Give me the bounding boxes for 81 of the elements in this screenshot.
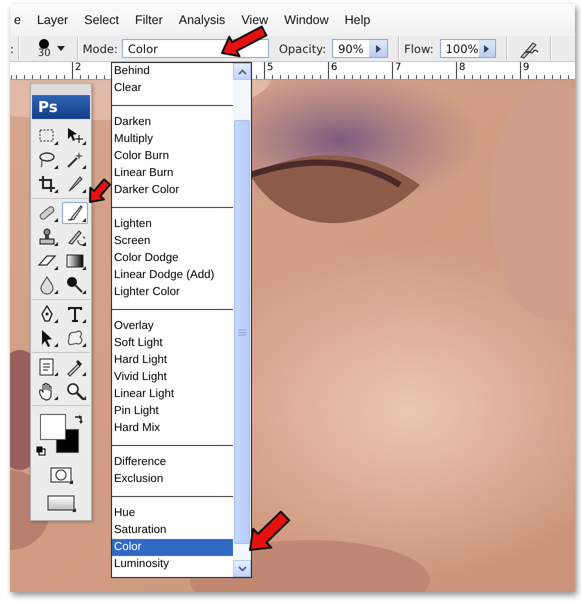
caret-icon [484, 44, 490, 52]
menu-option[interactable]: Lighten [112, 216, 233, 233]
increment-button[interactable] [478, 40, 495, 57]
scrollbar[interactable] [233, 63, 251, 577]
chevron-up-icon [238, 68, 246, 74]
ruler-number: 5 [264, 62, 328, 79]
menu-option[interactable]: Screen [112, 233, 233, 250]
pointer-arrow [249, 510, 290, 551]
pointer-arrow [89, 178, 111, 203]
flow-field[interactable]: 100% [440, 39, 496, 58]
menu-item[interactable]: Analysis [178, 13, 226, 27]
menu-item[interactable]: e [13, 13, 22, 27]
field-value: 90% [338, 42, 364, 56]
opacity-field[interactable]: 90% [332, 39, 388, 58]
menu-option[interactable]: Hard Mix [112, 420, 233, 437]
menu-option[interactable]: Darken [112, 114, 233, 131]
flow-label: Flow: [404, 42, 434, 56]
menu-option[interactable]: Color Burn [112, 148, 233, 165]
brush-preview-icon [39, 38, 50, 48]
menu-option[interactable]: Difference [112, 454, 233, 471]
grip-icon [238, 328, 246, 336]
mode-label: Mode: [82, 42, 118, 56]
tool-button[interactable] [62, 202, 88, 224]
menu-option[interactable]: Color Dodge [112, 250, 233, 267]
increment-button[interactable] [369, 40, 388, 57]
color-swatches-icon [40, 414, 80, 454]
caret-icon [376, 44, 381, 52]
menu-item[interactable]: Window [283, 13, 330, 27]
pointer-arrow [221, 26, 268, 58]
lasso-icon [37, 150, 57, 170]
eyedropper-icon [65, 357, 85, 377]
type-icon [65, 304, 85, 324]
menu-item[interactable]: Layer [36, 13, 70, 27]
menu-option[interactable]: Overlay [112, 318, 233, 335]
menu-option[interactable]: Color [112, 539, 233, 556]
default-colors-icon [36, 446, 46, 456]
menu-item[interactable]: Help [344, 13, 372, 27]
menu-item[interactable]: Select [83, 13, 120, 27]
brush-icon [65, 203, 85, 223]
mask-icon [50, 467, 72, 483]
ruler-number: 7 [392, 62, 456, 79]
app-logo: Ps [32, 95, 90, 119]
menu-option[interactable]: Soft Light [112, 335, 233, 352]
chevron-down-icon [238, 566, 246, 572]
swap-icon [74, 414, 84, 424]
menu-option[interactable]: Clear [112, 80, 233, 97]
menu-item[interactable]: Filter [134, 13, 164, 27]
opacity-label: Opacity: [278, 42, 326, 56]
move-arrow-icon [65, 126, 85, 146]
menu-option[interactable]: Multiply [112, 131, 233, 148]
ruler-number: 6 [328, 62, 392, 79]
field-value: 100% [446, 42, 478, 56]
menu-option[interactable]: Luminosity [112, 556, 233, 573]
stamp-icon [37, 227, 57, 247]
menu-item[interactable]: View [240, 13, 270, 27]
menu-option[interactable]: Vivid Light [112, 369, 233, 386]
menu-option[interactable]: Linear Dodge (Add) [112, 267, 233, 284]
scroll-down-button[interactable] [233, 560, 251, 577]
menu-option[interactable]: Hue [112, 505, 233, 522]
crop-icon [37, 174, 57, 194]
panel-grip[interactable] [31, 84, 91, 94]
menu-option[interactable]: Lighter Color [112, 284, 233, 301]
scroll-thumb[interactable] [234, 120, 250, 544]
menu-option[interactable]: Exclusion [112, 471, 233, 488]
magic-wand-icon [65, 150, 85, 170]
menu-option[interactable]: Linear Light [112, 386, 233, 403]
ruler-number: 9 [520, 62, 575, 79]
shape-icon [65, 328, 85, 348]
menu-option[interactable]: Linear Burn [112, 165, 233, 182]
menu-option[interactable]: Hard Light [112, 352, 233, 369]
screen-icon [47, 495, 75, 511]
menu-option[interactable]: Darker Color [112, 182, 233, 199]
ruler-number: 8 [456, 62, 520, 79]
menu-option[interactable]: Pin Light [112, 403, 233, 420]
dodge-icon [65, 275, 85, 295]
brush-size: 30 [38, 48, 51, 58]
zoom-icon [65, 381, 85, 401]
options-label: : [10, 42, 14, 56]
caret-icon [56, 46, 65, 51]
scroll-up-button[interactable] [233, 63, 251, 80]
menu-option[interactable]: Saturation [112, 522, 233, 539]
